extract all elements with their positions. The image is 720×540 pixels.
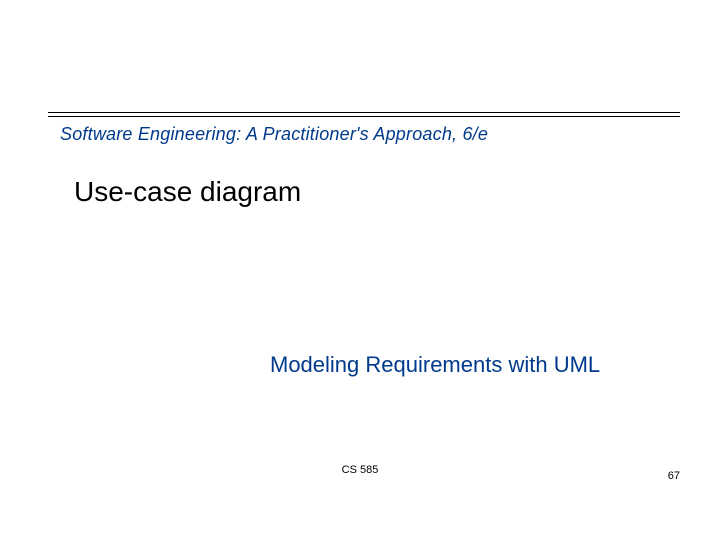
rule-line-top <box>48 112 680 113</box>
book-title: Software Engineering: A Practitioner's A… <box>60 124 488 145</box>
slide-subtitle: Modeling Requirements with UML <box>270 352 600 378</box>
page-number: 67 <box>668 470 680 482</box>
rule-line-bottom <box>48 116 680 117</box>
slide-title: Use-case diagram <box>74 176 301 208</box>
course-code: CS 585 <box>0 464 720 476</box>
